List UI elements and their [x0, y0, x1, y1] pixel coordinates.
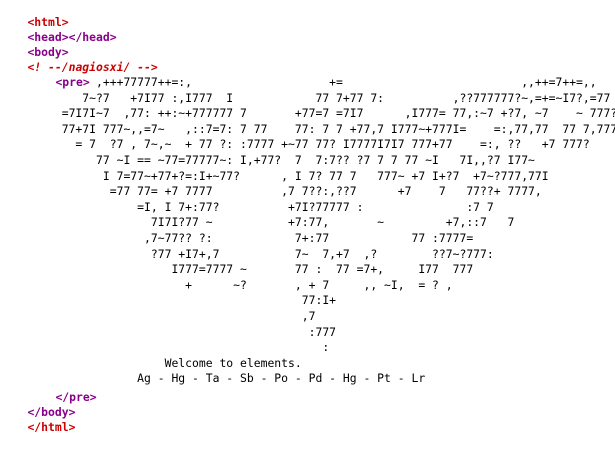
html-close-tag: </html>: [0, 405, 75, 434]
comment-line: <! --/nagiosxi/ -->: [0, 45, 157, 74]
pre-open-tag: <pre>: [28, 60, 89, 89]
body-open-tag: <body>: [0, 30, 68, 59]
html-open-tag: <html>: [0, 0, 68, 29]
ascii-art-content: ,+++77777++=:, += ,,++=7++=,, 7~?7 +7I77…: [61, 75, 615, 386]
html-close-text: </html>: [27, 420, 76, 434]
pre-close-tag: </pre>: [28, 375, 96, 404]
source-viewer: <html> <head></head> <body> <! --/nagios…: [0, 0, 615, 434]
head-close-text: </head>: [68, 30, 117, 44]
body-close-tag: </body>: [0, 390, 75, 419]
head-tag-line: <head></head>: [0, 15, 116, 44]
